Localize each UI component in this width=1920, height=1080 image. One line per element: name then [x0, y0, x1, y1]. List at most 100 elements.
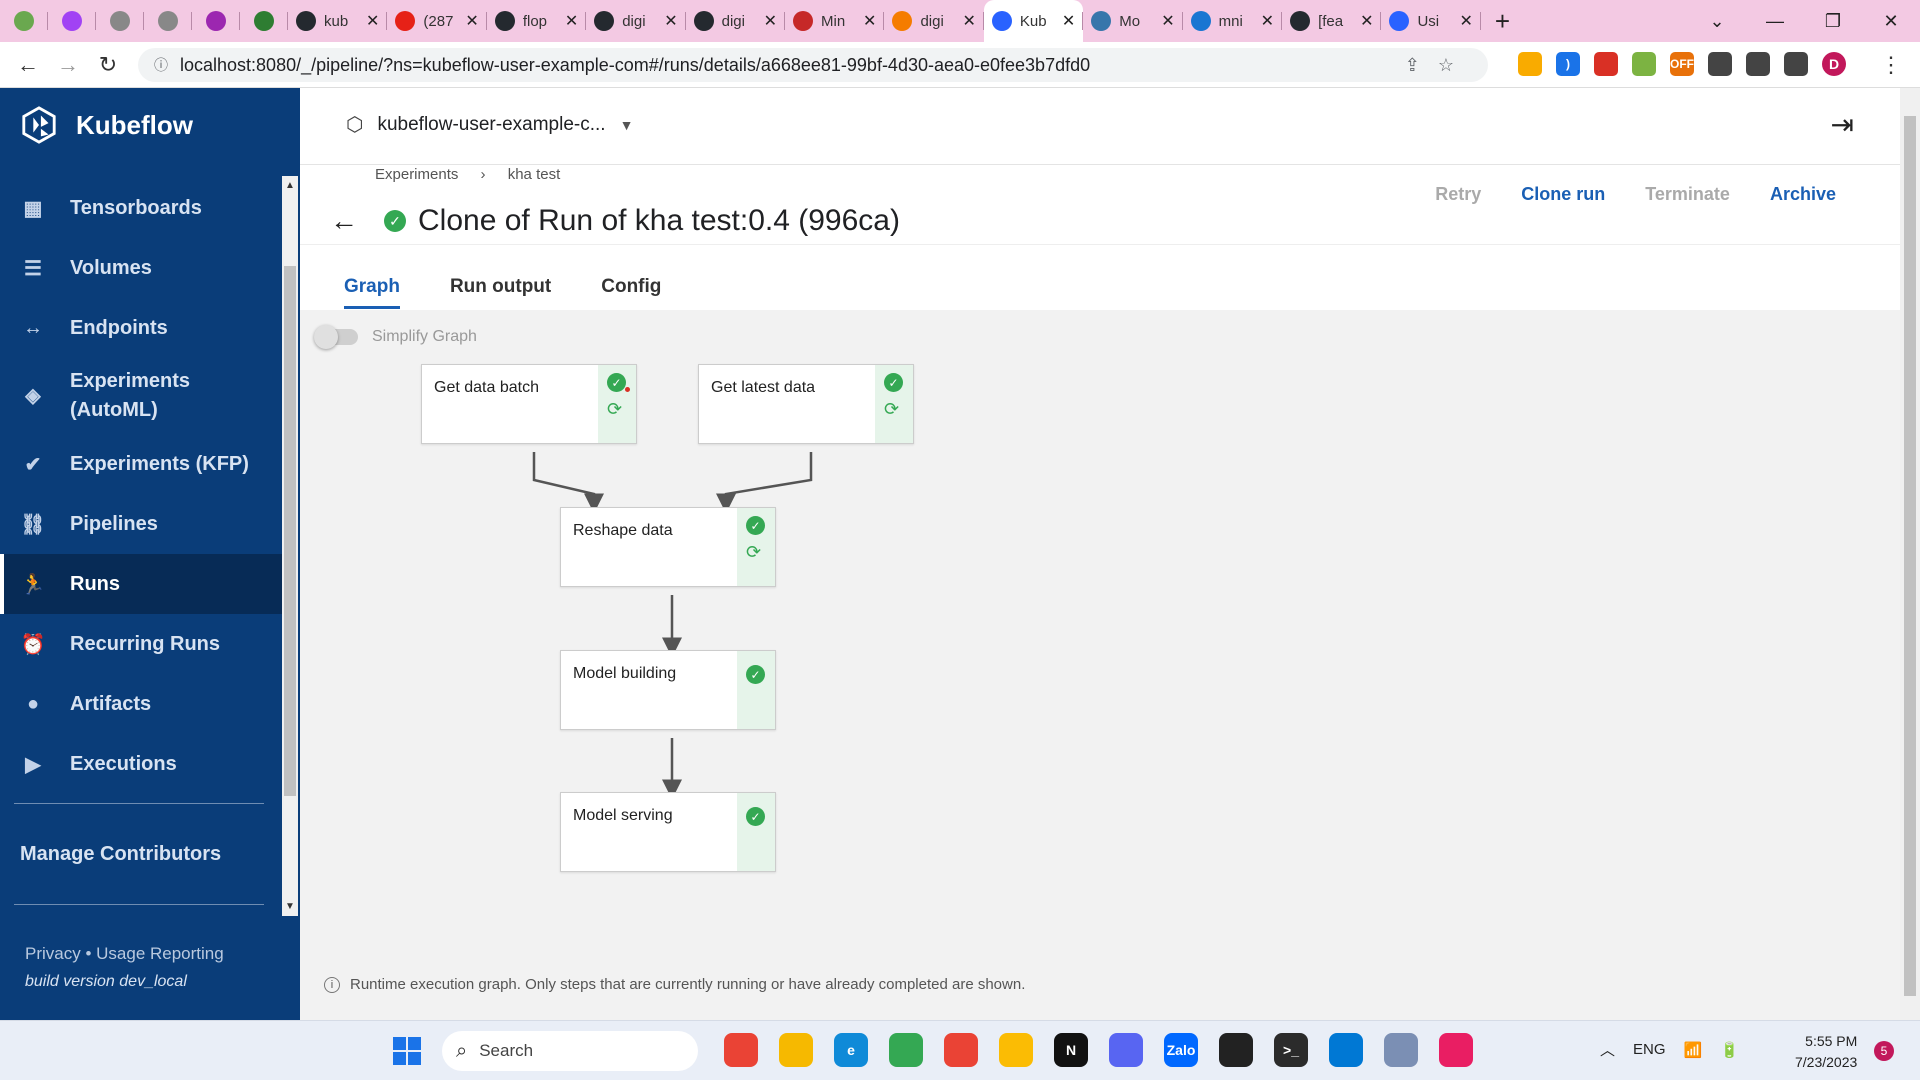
browser-tab[interactable]: digi ✕ [686, 0, 786, 42]
sidebar-item-executions[interactable]: ▶ Executions [0, 734, 282, 794]
scroll-down-icon[interactable]: ▼ [285, 901, 295, 912]
extension-icon[interactable]: OFF [1670, 52, 1694, 76]
retry-button[interactable]: Retry [1435, 184, 1481, 205]
taskbar-app-icon[interactable] [889, 1033, 923, 1067]
tab-close-icon[interactable]: ✕ [565, 11, 578, 31]
browser-tab[interactable]: [fea ✕ [1282, 0, 1382, 42]
site-info-icon[interactable]: ⓘ [154, 55, 168, 75]
browser-tab[interactable]: mni ✕ [1183, 0, 1283, 42]
tab-run-output[interactable]: Run output [450, 276, 551, 309]
windows-start-icon[interactable] [393, 1037, 421, 1065]
taskbar-app-icon[interactable] [779, 1033, 813, 1067]
tab-close-icon[interactable]: ✕ [1261, 11, 1274, 31]
tab-close-icon[interactable]: ✕ [962, 11, 975, 31]
node-model-building[interactable]: Model building ✓ [560, 650, 776, 730]
pinned-tab[interactable] [96, 0, 144, 42]
language-indicator[interactable]: ENG [1633, 1041, 1666, 1058]
namespace-selector[interactable]: ⬡ kubeflow-user-example-c... ▼ [346, 112, 633, 137]
archive-button[interactable]: Archive [1770, 184, 1836, 205]
sidebar-item-volumes[interactable]: ☰ Volumes [0, 238, 282, 298]
sidebar-item-recurring-runs[interactable]: ⏰ Recurring Runs [0, 614, 282, 674]
tab-config[interactable]: Config [601, 276, 661, 309]
taskbar-app-icon[interactable]: Zalo [1164, 1033, 1198, 1067]
tab-graph[interactable]: Graph [344, 276, 400, 309]
extension-icon[interactable]: ) [1556, 52, 1580, 76]
taskbar-app-icon[interactable]: N [1054, 1033, 1088, 1067]
browser-tab[interactable]: digi ✕ [586, 0, 687, 42]
tab-close-icon[interactable]: ✕ [366, 11, 379, 31]
taskbar-app-icon[interactable] [1329, 1033, 1363, 1067]
scroll-up-icon[interactable]: ▲ [285, 180, 295, 191]
tab-close-icon[interactable]: ✕ [465, 11, 478, 31]
close-window-icon[interactable]: ✕ [1862, 11, 1920, 32]
tab-search-icon[interactable]: ⌄ [1688, 11, 1746, 32]
tray-chevron-icon[interactable]: ︿ [1600, 1039, 1615, 1060]
tab-close-icon[interactable]: ✕ [764, 11, 777, 31]
share-star-icons[interactable]: ⇪☆ [1405, 55, 1472, 76]
taskbar-app-icon[interactable] [724, 1033, 758, 1067]
extension-icon[interactable] [1708, 52, 1732, 76]
sidebar-item-artifacts[interactable]: ● Artifacts [0, 674, 282, 734]
node-get-data-batch[interactable]: Get data batch ✓ ⟳ [421, 364, 637, 444]
wifi-icon[interactable]: 📶 [1684, 1041, 1703, 1059]
browser-tab[interactable]: flop ✕ [487, 0, 587, 42]
browser-tab[interactable]: Kub ✕ [983, 0, 1084, 42]
address-bar[interactable]: ⓘ localhost:8080/_/pipeline/?ns=kubeflow… [138, 48, 1488, 82]
pinned-tab[interactable] [48, 0, 96, 42]
taskbar-app-icon[interactable] [944, 1033, 978, 1067]
browser-menu-icon[interactable]: ⋮ [1880, 52, 1902, 78]
browser-tab[interactable]: kub ✕ [288, 0, 388, 42]
sidebar-item-endpoints[interactable]: ↔ Endpoints [0, 298, 282, 358]
browser-tab[interactable]: Min ✕ [785, 0, 885, 42]
pinned-tab[interactable] [0, 0, 48, 42]
tab-close-icon[interactable]: ✕ [1062, 11, 1075, 31]
kubeflow-logo[interactable]: Kubeflow [20, 106, 193, 144]
privacy-links[interactable]: Privacy • Usage Reporting [25, 944, 224, 964]
clone-run-button[interactable]: Clone run [1521, 184, 1605, 205]
back-icon[interactable]: ← [8, 52, 48, 78]
taskbar-app-icon[interactable] [1109, 1033, 1143, 1067]
extension-icon[interactable] [1518, 52, 1542, 76]
breadcrumb-experiment[interactable]: kha test [508, 166, 561, 183]
minimize-icon[interactable]: — [1746, 11, 1804, 32]
pinned-tab[interactable] [192, 0, 240, 42]
browser-tab[interactable]: digi ✕ [884, 0, 985, 42]
tab-close-icon[interactable]: ✕ [664, 11, 677, 31]
sidebar-scrollbar[interactable]: ▲ ▼ [282, 176, 298, 916]
taskbar-app-icon[interactable] [1439, 1033, 1473, 1067]
tab-close-icon[interactable]: ✕ [1459, 11, 1472, 31]
manage-contributors-link[interactable]: Manage Contributors [20, 843, 221, 866]
forward-icon[interactable]: → [48, 52, 88, 78]
taskbar-app-icon[interactable]: >_ [1274, 1033, 1308, 1067]
tab-close-icon[interactable]: ✕ [863, 11, 876, 31]
taskbar-app-icon[interactable]: e [834, 1033, 868, 1067]
new-tab-icon[interactable]: + [1495, 6, 1510, 37]
page-scrollbar[interactable] [1900, 88, 1920, 1020]
clock[interactable]: 5:55 PM 7/23/2023 [1795, 1031, 1857, 1073]
sidebar-item-pipelines[interactable]: ⛓ Pipelines [0, 494, 282, 554]
battery-icon[interactable]: 🔋 [1720, 1041, 1739, 1059]
reload-icon[interactable]: ↻ [88, 52, 128, 78]
terminate-button[interactable]: Terminate [1645, 184, 1730, 205]
node-model-serving[interactable]: Model serving ✓ [560, 792, 776, 872]
pinned-tab[interactable] [240, 0, 288, 42]
tab-close-icon[interactable]: ✕ [1161, 11, 1174, 31]
extension-icon[interactable] [1594, 52, 1618, 76]
browser-tab[interactable]: Mo ✕ [1083, 0, 1184, 42]
profile-avatar[interactable]: D [1822, 52, 1846, 76]
extension-icon[interactable] [1784, 52, 1808, 76]
taskbar-app-icon[interactable] [1384, 1033, 1418, 1067]
scrollbar-thumb[interactable] [1904, 116, 1916, 996]
sidebar-item-runs[interactable]: 🏃 Runs [0, 554, 282, 614]
browser-tab[interactable]: (287 ✕ [387, 0, 488, 42]
restore-icon[interactable]: ❐ [1804, 11, 1862, 32]
sidebar-item-tensorboards[interactable]: ▦ Tensorboards [0, 178, 282, 238]
back-arrow-icon[interactable]: ← [330, 205, 358, 237]
sidebar-item-experiments-automl[interactable]: ◈ Experiments (AutoML) [0, 358, 282, 434]
extension-icon[interactable] [1746, 52, 1770, 76]
node-get-latest-data[interactable]: Get latest data ✓ ⟳ [698, 364, 914, 444]
breadcrumb-experiments[interactable]: Experiments [375, 166, 458, 183]
extension-icon[interactable] [1632, 52, 1656, 76]
taskbar-app-icon[interactable] [1219, 1033, 1253, 1067]
node-reshape-data[interactable]: Reshape data ✓ ⟳ [560, 507, 776, 587]
